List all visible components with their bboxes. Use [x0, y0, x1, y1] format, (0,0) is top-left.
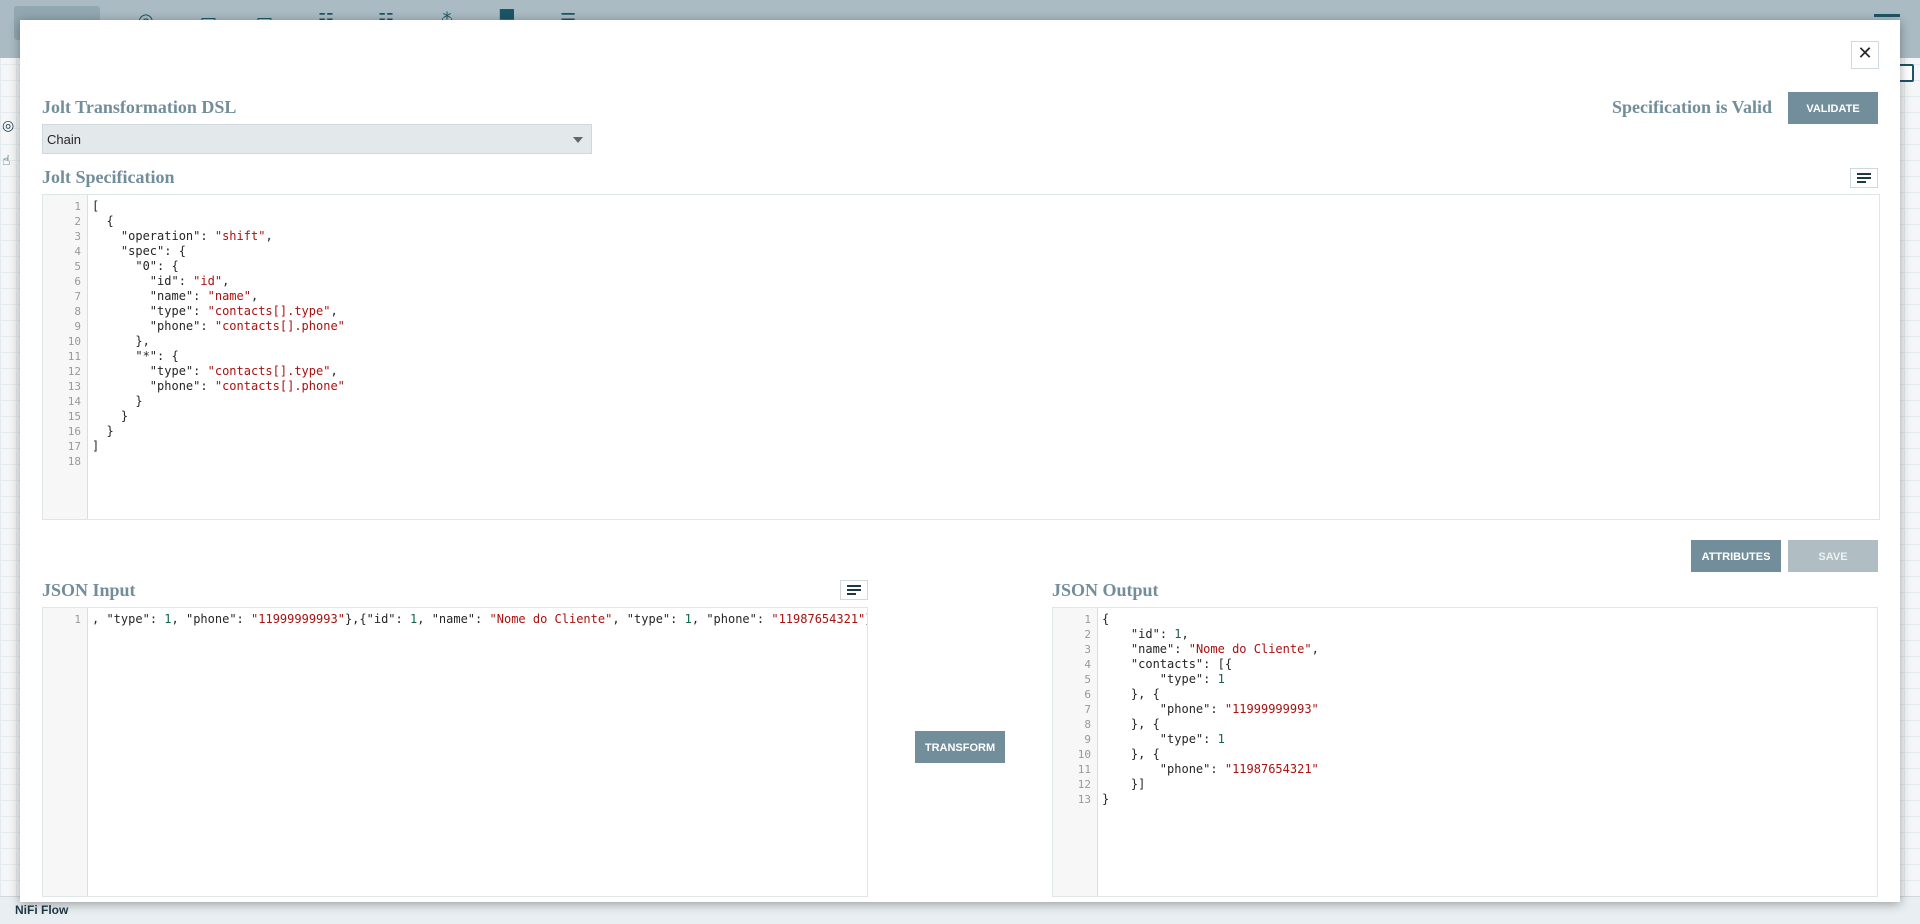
code-line: {: [1102, 612, 1110, 626]
code-line: "type": 1: [1159, 672, 1225, 686]
code-line: , "type": 1, "phone": "11999999993"},{"i…: [92, 612, 867, 626]
line-number: 7: [74, 290, 81, 303]
code-line: "id": 1,: [1130, 627, 1189, 641]
line-number: 4: [74, 245, 81, 258]
line-number: 10: [67, 335, 81, 348]
dsl-select[interactable]: Chain: [42, 124, 592, 154]
line-number: 3: [1084, 643, 1091, 656]
code-line: {: [92, 214, 114, 228]
spec-title: Jolt Specification: [42, 167, 175, 187]
code-line: }, {: [1102, 687, 1160, 701]
save-button[interactable]: SAVE: [1788, 540, 1878, 572]
code-line: "type": "contacts[].type",: [149, 304, 338, 318]
code-line: "*": {: [135, 349, 179, 363]
code-line: }: [92, 424, 114, 438]
line-number: 11: [67, 350, 81, 363]
output-editor[interactable]: 1 2 3 4 5 6 7 8 9 10 11 12 13 { "id": 1, "name": "No…: [1052, 607, 1878, 897]
line-number: 7: [1084, 703, 1091, 716]
code-line: }: [92, 394, 143, 408]
code-line: "type": 1: [1159, 732, 1225, 746]
input-editor[interactable]: 1 , "type": 1, "phone": "11999999993"},{…: [42, 607, 868, 897]
code-line: },: [92, 334, 150, 348]
spec-gutter: 1 2 3 4 5 6 7 8 9 10 11 12 13 14 15 16 17 18: [43, 195, 88, 519]
line-number: 10: [1077, 748, 1091, 761]
line-number: 13: [1077, 793, 1091, 806]
validation-status: Specification is Valid: [1612, 97, 1773, 117]
code-line: [: [92, 199, 100, 213]
code-line: "phone": "11987654321": [1159, 762, 1319, 776]
code-line: "0": {: [135, 259, 179, 273]
line-number: 1: [1084, 613, 1091, 626]
code-line: "name": "name",: [149, 289, 259, 303]
attributes-button[interactable]: ATTRIBUTES: [1691, 540, 1781, 572]
close-button[interactable]: ✕: [1851, 41, 1879, 69]
code-line: "phone": "contacts[].phone": [149, 379, 345, 393]
line-number: 4: [1084, 658, 1091, 671]
code-line: ]: [92, 439, 100, 453]
line-number: 8: [1084, 718, 1091, 731]
line-number: 2: [1084, 628, 1091, 641]
chevron-down-icon: [573, 137, 583, 143]
code-line: }]: [1102, 777, 1146, 791]
line-number: 9: [74, 320, 81, 333]
line-number: 5: [74, 260, 81, 273]
jolt-advanced-dialog: ✕ Jolt Transformation DSL Chain Specific…: [20, 20, 1900, 902]
format-spec-button[interactable]: [1850, 168, 1878, 188]
input-code[interactable]: , "type": 1, "phone": "11999999993"},{"i…: [88, 608, 867, 896]
line-number: 5: [1084, 673, 1091, 686]
code-line: }, {: [1102, 747, 1160, 761]
spec-code[interactable]: [ { "operation": "shift", "spec": { "0":…: [88, 195, 1879, 519]
line-number: 18: [67, 455, 81, 468]
line-number: 8: [74, 305, 81, 318]
code-line: "type": "contacts[].type",: [149, 364, 338, 378]
line-number: 1: [74, 613, 81, 626]
output-title: JSON Output: [1052, 580, 1159, 600]
line-number: 3: [74, 230, 81, 243]
dsl-title: Jolt Transformation DSL: [42, 97, 237, 117]
line-number: 1: [74, 200, 81, 213]
validate-button[interactable]: VALIDATE: [1788, 92, 1878, 124]
line-number: 13: [67, 380, 81, 393]
input-gutter: 1: [43, 608, 88, 896]
line-number: 11: [1077, 763, 1091, 776]
code-line: "operation": "shift",: [120, 229, 273, 243]
transform-button[interactable]: TRANSFORM: [915, 731, 1005, 763]
format-input-button[interactable]: [840, 580, 868, 600]
line-number: 6: [74, 275, 81, 288]
code-line: "id": "id",: [149, 274, 230, 288]
pointer-icon[interactable]: ☝: [2, 153, 18, 169]
line-number: 17: [67, 440, 81, 453]
line-number: 2: [74, 215, 81, 228]
code-line: "name": "Nome do Cliente",: [1130, 642, 1319, 656]
output-gutter: 1 2 3 4 5 6 7 8 9 10 11 12 13: [1053, 608, 1098, 896]
code-line: "phone": "11999999993": [1159, 702, 1319, 716]
code-line: }: [1102, 792, 1110, 806]
output-code: { "id": 1, "name": "Nome do Cliente", "c…: [1098, 608, 1877, 896]
code-line: "phone": "contacts[].phone": [149, 319, 345, 333]
code-line: "contacts": [{: [1130, 657, 1233, 671]
breadcrumb-root[interactable]: NiFi Flow: [15, 903, 68, 917]
navigate-icon[interactable]: ◎: [2, 118, 18, 134]
line-number: 12: [67, 365, 81, 378]
spec-editor[interactable]: 1 2 3 4 5 6 7 8 9 10 11 12 13 14 15 16 17 18 [ { "operati…: [42, 194, 1880, 520]
input-title: JSON Input: [42, 580, 136, 600]
line-number: 15: [67, 410, 81, 423]
code-line: }: [92, 409, 129, 423]
navigate-palette: ◎ ☝: [0, 115, 20, 185]
code-line: "spec": {: [120, 244, 186, 258]
code-line: }, {: [1102, 717, 1160, 731]
dsl-selected-value: Chain: [47, 132, 81, 147]
line-number: 14: [67, 395, 81, 408]
line-number: 6: [1084, 688, 1091, 701]
line-number: 12: [1077, 778, 1091, 791]
line-number: 16: [67, 425, 81, 438]
line-number: 9: [1084, 733, 1091, 746]
